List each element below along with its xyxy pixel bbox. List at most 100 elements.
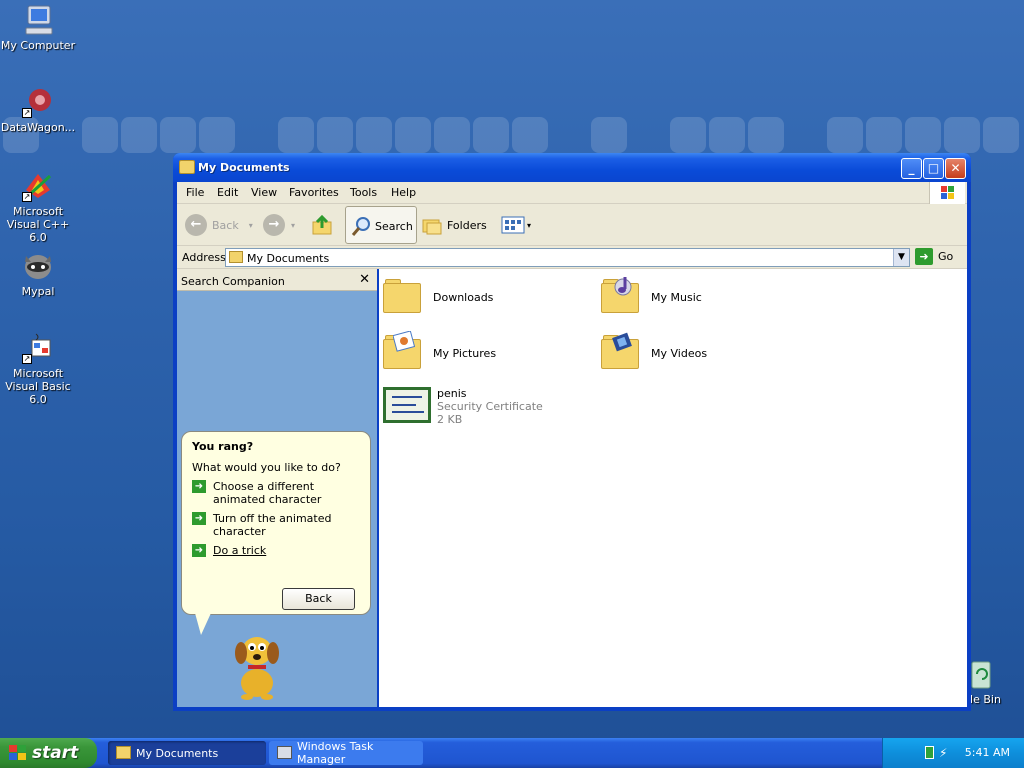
menu-bar: File Edit View Favorites Tools Help	[177, 182, 967, 204]
up-folder-icon	[312, 214, 332, 235]
desktop-icon-my-computer[interactable]: My Computer	[0, 4, 78, 52]
menu-edit[interactable]: Edit	[217, 186, 238, 199]
desktop-icon-datawagon[interactable]: ↗ DataWagon...	[0, 86, 78, 134]
mypal-raccoon-icon	[22, 250, 54, 282]
visual-cpp-icon: ↗	[22, 170, 54, 202]
task-windows-task-manager[interactable]: Windows Task Manager	[269, 740, 423, 766]
close-pane-button[interactable]: ✕	[359, 272, 370, 287]
task-label: Windows Task Manager	[297, 740, 374, 766]
chevron-down-icon: ▼	[898, 252, 905, 262]
title-bar[interactable]: My Documents _ □ ✕	[173, 153, 971, 182]
file-item-type: Security Certificate	[437, 400, 543, 413]
window-title: My Documents	[198, 161, 290, 174]
views-button[interactable]: ▾	[501, 210, 531, 240]
menu-file[interactable]: File	[186, 186, 204, 199]
minimize-icon: _	[908, 161, 915, 175]
desktop-icon-visual-cpp[interactable]: ↗ Microsoft Visual C++ 6.0	[0, 170, 78, 244]
close-icon: ✕	[950, 161, 961, 175]
desktop-icon-mypal[interactable]: Mypal	[0, 250, 78, 298]
option-turn-off-character[interactable]: ➜ Turn off the animated character	[192, 512, 360, 538]
shortcut-arrow-icon: ↗	[22, 354, 32, 364]
desktop-tile	[121, 117, 157, 153]
visual-basic-icon: ↗	[22, 332, 54, 364]
desktop-tile	[512, 117, 548, 153]
desktop-tile	[827, 117, 863, 153]
desktop-icon-label: My Computer	[0, 39, 76, 52]
maximize-button[interactable]: □	[923, 158, 944, 179]
balloon-question: What would you like to do?	[192, 461, 341, 474]
desktop-tile	[591, 117, 627, 153]
arrow-right-icon: ➜	[192, 480, 206, 493]
minimize-button[interactable]: _	[901, 158, 922, 179]
pictures-folder-icon	[383, 331, 425, 371]
folder-icon	[116, 746, 131, 759]
menu-help[interactable]: Help	[391, 186, 416, 199]
search-companion-header: Search Companion ✕	[177, 269, 377, 291]
desktop-tile	[473, 117, 509, 153]
address-input[interactable]: My Documents ▼	[225, 248, 910, 267]
chevron-down-icon: ▾	[291, 220, 296, 230]
option-label: Choose a different animated character	[213, 480, 322, 506]
up-folder-button[interactable]	[311, 210, 333, 240]
close-icon: ✕	[359, 272, 370, 287]
file-item-my-pictures[interactable]: My Pictures	[383, 331, 497, 371]
desktop-tile	[748, 117, 784, 153]
assistant-balloon: You rang? What would you like to do? ➜ C…	[181, 431, 371, 615]
start-button[interactable]: start	[0, 738, 97, 768]
address-dropdown-button[interactable]: ▼	[893, 249, 909, 266]
file-item-label: My Pictures	[433, 346, 497, 360]
file-item-my-videos[interactable]: My Videos	[601, 332, 707, 371]
file-item-my-music[interactable]: My Music	[601, 277, 702, 315]
address-label: Address	[182, 251, 226, 264]
folder-icon	[383, 279, 425, 315]
menu-favorites[interactable]: Favorites	[289, 186, 339, 199]
clock[interactable]: 5:41 AM	[965, 746, 1010, 759]
menu-tools[interactable]: Tools	[350, 186, 377, 199]
arrow-right-icon: ➜	[192, 512, 206, 525]
videos-folder-icon	[601, 332, 643, 371]
desktop-tile	[944, 117, 980, 153]
file-item-label: Downloads	[433, 290, 494, 304]
back-button[interactable]: ← Back ▾	[185, 210, 253, 240]
file-item-label: penis	[437, 387, 467, 400]
search-button-label: Search	[375, 219, 413, 233]
menu-view[interactable]: View	[251, 186, 277, 199]
option-label: Do a trick	[213, 544, 267, 557]
windows-logo-icon	[9, 745, 26, 760]
desktop-tile	[905, 117, 941, 153]
forward-button[interactable]: → ▾	[263, 210, 295, 240]
file-item-downloads[interactable]: Downloads	[383, 279, 493, 315]
chevron-down-icon: ▾	[527, 220, 532, 230]
folder-icon	[229, 251, 243, 263]
toolbar: ← Back ▾ → ▾ Search Folders ▾	[177, 204, 967, 246]
network-icon[interactable]	[925, 746, 934, 759]
go-button[interactable]: ➜ Go	[915, 248, 953, 265]
option-choose-character[interactable]: ➜ Choose a different animated character	[192, 480, 360, 506]
desktop-tile	[983, 117, 1019, 153]
views-icon	[501, 216, 525, 234]
desktop-tile	[317, 117, 353, 153]
balloon-back-button[interactable]: Back	[282, 588, 355, 610]
task-my-documents[interactable]: My Documents	[108, 741, 266, 765]
music-folder-icon	[601, 277, 643, 315]
option-label: Turn off the animated character	[213, 512, 332, 538]
search-button[interactable]: Search	[345, 206, 417, 244]
file-item-size: 2 KB	[437, 413, 463, 426]
explorer-window: My Documents _ □ ✕ File Edit View Favori…	[173, 153, 971, 711]
arrow-right-icon: ➜	[192, 544, 206, 557]
certificate-icon	[383, 387, 431, 423]
file-item-certificate[interactable]: penis Security Certificate 2 KB	[383, 387, 543, 426]
desktop-icon-visual-basic[interactable]: ↗ Microsoft Visual Basic 6.0	[0, 332, 78, 406]
balloon-tail	[195, 613, 211, 635]
safely-remove-hardware-icon[interactable]: ⚡	[939, 746, 947, 760]
task-manager-icon	[277, 746, 292, 759]
folders-button[interactable]: Folders	[421, 210, 487, 240]
rover-dog-icon[interactable]	[227, 627, 287, 702]
folders-button-label: Folders	[447, 218, 487, 232]
chevron-down-icon: ▾	[248, 220, 253, 230]
address-value: My Documents	[247, 252, 330, 265]
close-button[interactable]: ✕	[945, 158, 966, 179]
desktop-tile	[356, 117, 392, 153]
option-do-a-trick[interactable]: ➜ Do a trick	[192, 544, 360, 557]
desktop-icon-label: DataWagon...	[0, 121, 76, 134]
